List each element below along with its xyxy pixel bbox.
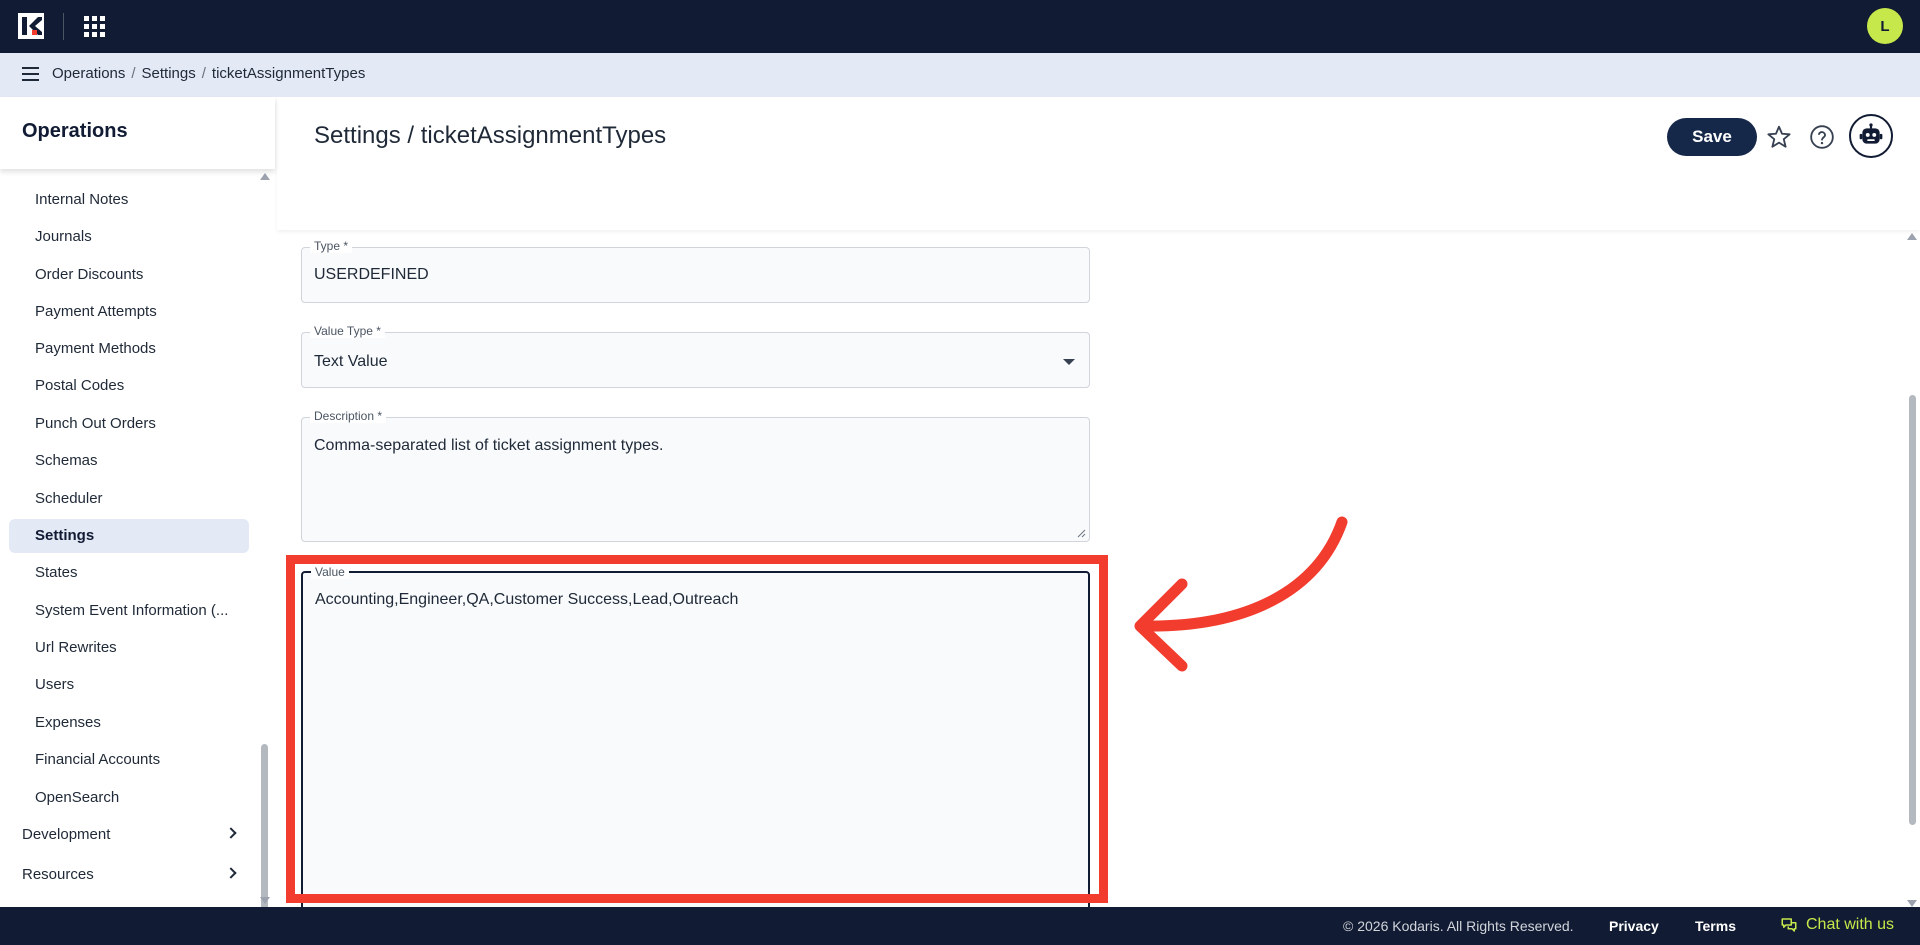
- sidebar-item-states[interactable]: States: [9, 556, 249, 590]
- sidebar-title: Operations: [22, 120, 128, 142]
- breadcrumb-settings[interactable]: Settings: [142, 65, 196, 82]
- breadcrumb-separator: /: [201, 65, 206, 82]
- value-type-select[interactable]: Value Type * Text Value: [301, 324, 1090, 388]
- sidebar-group-resources[interactable]: Resources: [22, 858, 237, 892]
- dropdown-caret-icon[interactable]: [1063, 359, 1075, 365]
- annotation-arrow-icon: [1134, 516, 1348, 672]
- type-field[interactable]: Type * USERDEFINED: [301, 239, 1090, 303]
- value-type-label: Value Type *: [310, 324, 385, 338]
- terms-link[interactable]: Terms: [1695, 918, 1736, 934]
- scrollbar-thumb[interactable]: [1909, 395, 1916, 825]
- main-scrollbar[interactable]: [1906, 230, 1918, 907]
- breadcrumb-separator: /: [131, 65, 136, 82]
- chat-bubbles-icon: [1781, 918, 1797, 932]
- star-icon[interactable]: [1766, 124, 1792, 150]
- chat-label: Chat with us: [1806, 916, 1895, 933]
- assistant-bot-button[interactable]: [1849, 114, 1893, 158]
- scroll-up-arrow-icon[interactable]: [1907, 233, 1917, 240]
- scroll-down-arrow-icon[interactable]: [260, 897, 270, 904]
- sidebar-item-internal-notes[interactable]: Internal Notes: [9, 183, 249, 217]
- sidebar-item-payment-attempts[interactable]: Payment Attempts: [9, 295, 249, 329]
- copyright-text: © 2026 Kodaris. All Rights Reserved.: [1343, 918, 1574, 934]
- sidebar-item-journals[interactable]: Journals: [9, 220, 249, 254]
- top-bar: [0, 0, 1920, 53]
- sidebar: Operations Internal Notes Journals Order…: [0, 97, 275, 945]
- description-label: Description *: [310, 409, 387, 423]
- sidebar-item-url-rewrites[interactable]: Url Rewrites: [9, 631, 249, 665]
- save-button[interactable]: Save: [1667, 118, 1757, 156]
- breadcrumb: Operations / Settings / ticketAssignmentType…: [52, 64, 365, 84]
- sidebar-item-order-discounts[interactable]: Order Discounts: [9, 258, 249, 292]
- type-field-value: USERDEFINED: [314, 266, 429, 283]
- sidebar-group-label: Resources: [22, 866, 94, 883]
- sidebar-group-development[interactable]: Development: [22, 818, 237, 852]
- value-textarea[interactable]: Value Accounting,Engineer,QA,Customer Su…: [301, 565, 1090, 911]
- page-title: Settings / ticketAssignmentTypes: [314, 122, 667, 149]
- resize-handle-icon[interactable]: [1076, 528, 1086, 538]
- value-type-selected: Text Value: [314, 353, 388, 370]
- sidebar-item-payment-methods[interactable]: Payment Methods: [9, 332, 249, 366]
- topbar-divider: [63, 13, 64, 40]
- sidebar-item-expenses[interactable]: Expenses: [9, 706, 249, 740]
- sidebar-item-punch-out-orders[interactable]: Punch Out Orders: [9, 407, 249, 441]
- sidebar-item-settings[interactable]: Settings: [9, 519, 249, 553]
- scroll-up-arrow-icon[interactable]: [260, 173, 270, 180]
- value-text: Accounting,Engineer,QA,Customer Success,…: [315, 591, 739, 608]
- sidebar-item-postal-codes[interactable]: Postal Codes: [9, 369, 249, 403]
- hamburger-menu-icon[interactable]: [22, 66, 40, 82]
- sidebar-item-users[interactable]: Users: [9, 668, 249, 702]
- robot-icon: [1859, 123, 1883, 144]
- chat-with-us-button[interactable]: Chat with us: [1780, 916, 1894, 934]
- description-text: Comma-separated list of ticket assignmen…: [314, 437, 664, 454]
- help-icon[interactable]: [1809, 124, 1835, 150]
- description-textarea[interactable]: Description * Comma-separated list of ti…: [301, 409, 1090, 542]
- sidebar-item-schemas[interactable]: Schemas: [9, 444, 249, 478]
- privacy-link[interactable]: Privacy: [1609, 918, 1659, 934]
- sidebar-item-financial-accounts[interactable]: Financial Accounts: [9, 743, 249, 777]
- sidebar-item-system-event-information[interactable]: System Event Information (...: [9, 594, 249, 628]
- apps-grid-icon[interactable]: [84, 16, 105, 37]
- breadcrumb-operations[interactable]: Operations: [52, 65, 125, 82]
- chevron-right-icon: [225, 867, 237, 879]
- sidebar-group-label: Development: [22, 826, 111, 843]
- sidebar-scrollbar[interactable]: [258, 169, 270, 945]
- value-label: Value: [311, 565, 349, 579]
- scroll-down-arrow-icon[interactable]: [1907, 900, 1917, 907]
- sidebar-header: Operations: [0, 97, 275, 169]
- sidebar-item-scheduler[interactable]: Scheduler: [9, 482, 249, 516]
- type-field-label: Type *: [310, 239, 353, 253]
- breadcrumb-current[interactable]: ticketAssignmentTypes: [212, 65, 365, 82]
- kodaris-logo[interactable]: [18, 13, 44, 39]
- user-avatar[interactable]: L: [1867, 8, 1903, 44]
- chevron-right-icon: [225, 827, 237, 839]
- page-header: [277, 97, 1920, 230]
- sidebar-item-opensearch[interactable]: OpenSearch: [9, 781, 249, 815]
